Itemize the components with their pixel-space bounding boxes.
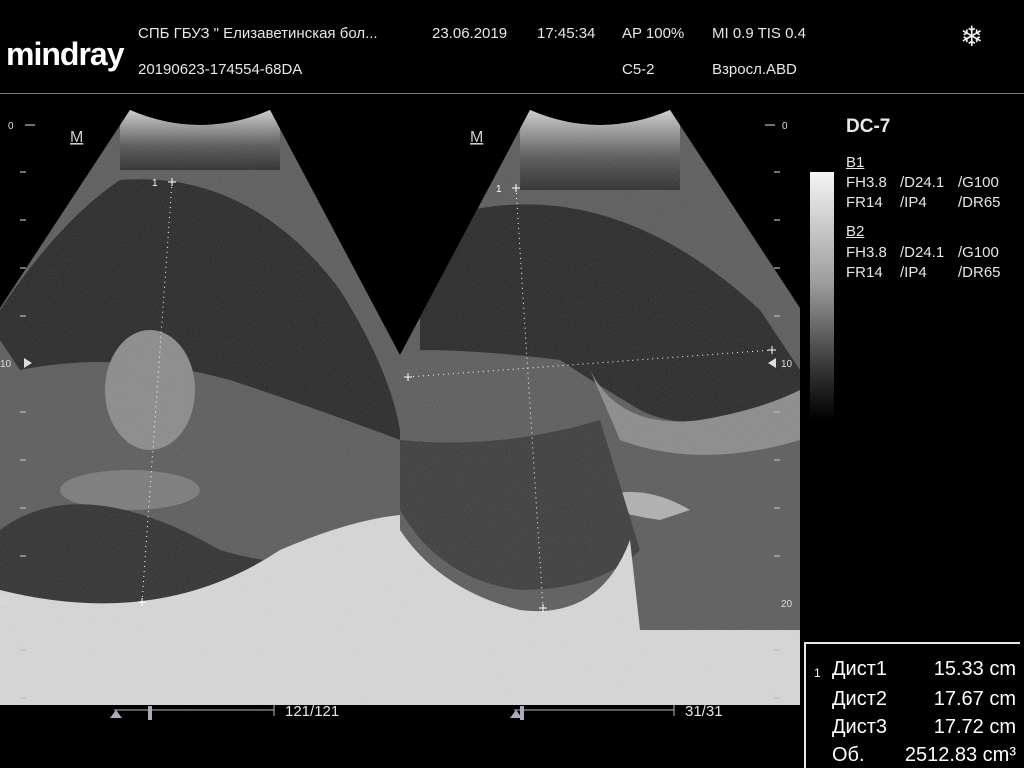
cine-start-marker-icon[interactable]: [110, 710, 122, 718]
b1-gain: /G100: [958, 174, 999, 191]
cine-cursor-icon[interactable]: [148, 706, 152, 720]
b2-label: B2: [846, 223, 865, 240]
measurement-value: 15.33 cm: [933, 658, 1016, 680]
exam-preset: Взросл.ABD: [712, 61, 797, 78]
brand-logo: mindray: [6, 36, 124, 72]
cine-bar-left[interactable]: [108, 700, 278, 722]
b1-fr: FR14: [846, 194, 883, 211]
orientation-marker-left: M: [70, 129, 83, 146]
b2-ip: /IP4: [900, 264, 927, 281]
orientation-marker-right: M: [470, 129, 483, 146]
depth-label-0-right: 0: [782, 121, 788, 132]
institution-name: СПБ ГБУЗ " Елизаветинская бол...: [138, 25, 378, 42]
measurement-name: Дист1: [832, 658, 887, 680]
header-divider: [0, 93, 1024, 94]
caliper-label-left: 1: [152, 178, 158, 189]
acoustic-power: AP 100%: [622, 25, 685, 42]
depth-label-20-left: 20: [0, 597, 12, 608]
b1-depth: /D24.1: [900, 174, 945, 191]
b1-label: B1: [846, 154, 865, 171]
left-b-mode-image: [0, 110, 400, 705]
frame-counter-right: 31/31: [685, 703, 723, 720]
measurement-value: 2512.83 cm³: [904, 744, 1016, 766]
frame-counter-left: 121/121: [285, 703, 340, 720]
depth-label-0-left: 0: [8, 121, 14, 132]
b2-dr: /DR65: [958, 264, 1001, 281]
depth-label-10-left: 10: [0, 359, 12, 370]
measurement-results-panel: 1 Дист1 15.33 cm Дист2 17.67 cm Дист3 17…: [804, 642, 1020, 768]
cine-cursor-icon[interactable]: [520, 706, 524, 720]
b1-ip: /IP4: [900, 194, 927, 211]
depth-label-10-right: 10: [781, 359, 793, 370]
ultrasound-dual-image[interactable]: 0 10 20 0 10 20 M M 1 1: [0, 110, 800, 705]
b2-depth: /D24.1: [900, 244, 945, 261]
measurement-value: 17.67 cm: [933, 688, 1016, 710]
measurement-name: Дист2: [832, 688, 887, 710]
cine-bar-right[interactable]: [508, 700, 678, 722]
caliper-label-right: 1: [496, 184, 502, 195]
exam-time: 17:45:34: [537, 25, 596, 42]
right-b-mode-image: [400, 110, 800, 705]
b2-gain: /G100: [958, 244, 999, 261]
b2-fr: FR14: [846, 264, 883, 281]
measurement-name: Дист3: [832, 716, 887, 738]
b2-fh: FH3.8: [846, 244, 887, 261]
measurement-index: 1: [814, 666, 821, 680]
probe-name: C5-2: [622, 61, 655, 78]
b1-fh: FH3.8: [846, 174, 887, 191]
measurement-name: Об.: [832, 744, 865, 766]
b1-dr: /DR65: [958, 194, 1001, 211]
exam-date: 23.06.2019: [432, 25, 508, 42]
snowflake-icon[interactable]: ❄: [960, 20, 983, 53]
measurement-value: 17.72 cm: [933, 716, 1016, 738]
exam-id: 20190623-174554-68DA: [138, 61, 303, 78]
depth-label-20-right: 20: [781, 599, 793, 610]
grayscale-bar: [810, 172, 834, 420]
system-model-label: DC-7: [846, 116, 891, 137]
mi-tis-index: MI 0.9 TIS 0.4: [712, 25, 806, 42]
